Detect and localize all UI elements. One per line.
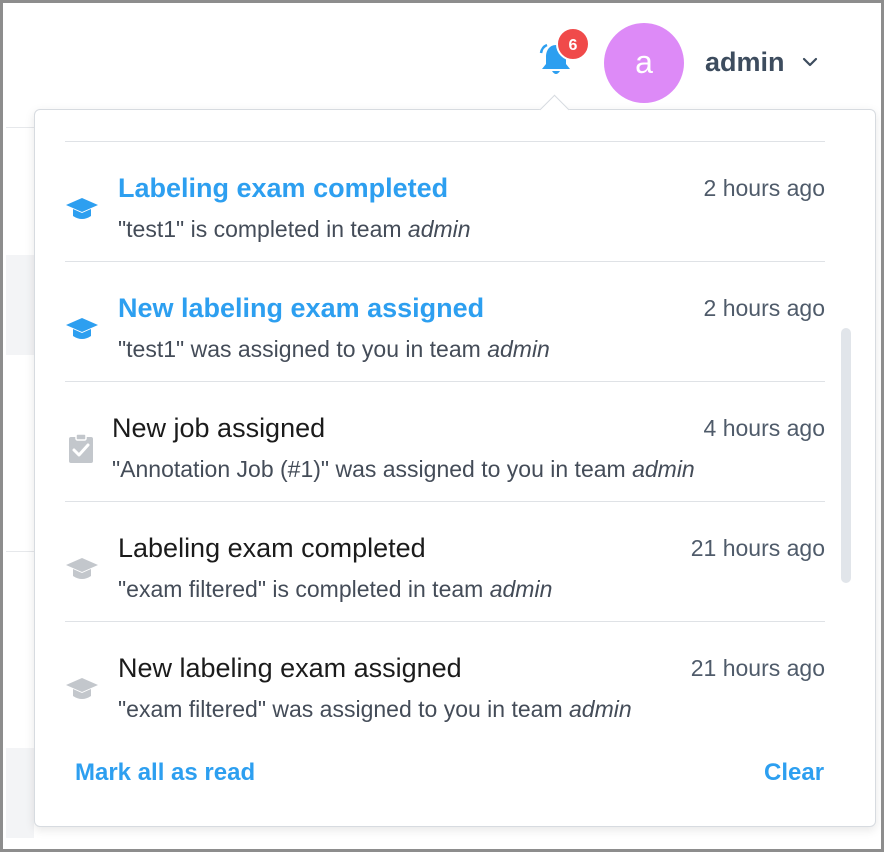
notification-title: New labeling exam assigned (118, 653, 462, 683)
notification-item[interactable]: Labeling exam completed 2 hours ago "tes… (65, 161, 825, 281)
notification-description: "test1" is completed in team admin (118, 216, 471, 243)
list-divider (65, 381, 825, 382)
description-text: "test1" was assigned to you in team (118, 336, 488, 362)
notification-time: 2 hours ago (703, 175, 825, 201)
team-name: admin (489, 576, 553, 602)
notification-title: Labeling exam completed (118, 173, 449, 203)
graduation-cap-icon (66, 558, 98, 579)
list-divider (65, 501, 825, 502)
notification-description: "exam filtered" was assigned to you in t… (118, 696, 632, 723)
graduation-cap-icon (66, 678, 98, 699)
team-name: admin (407, 216, 471, 242)
username-label[interactable]: admin (705, 47, 785, 78)
background-panel (6, 748, 34, 838)
user-avatar[interactable]: a (604, 23, 684, 103)
notification-time: 21 hours ago (690, 535, 825, 561)
notification-count-badge: 6 (556, 27, 590, 61)
team-name: admin (487, 336, 550, 362)
notification-description: "test1" was assigned to you in team admi… (118, 336, 550, 363)
scrollbar-thumb[interactable] (841, 328, 851, 583)
notification-title: Labeling exam completed (118, 533, 426, 563)
list-divider (65, 261, 825, 262)
notification-time: 2 hours ago (703, 295, 825, 321)
mark-all-read-link[interactable]: Mark all as read (75, 759, 255, 787)
chevron-down-icon[interactable] (801, 55, 819, 69)
notification-item[interactable]: New labeling exam assigned 21 hours ago … (65, 641, 825, 761)
app-window: 6 a admin Labeling exam completed 2 hour… (0, 0, 884, 852)
team-name: admin (632, 456, 695, 482)
clipboard-check-icon (69, 433, 93, 463)
description-text: "exam filtered" was assigned to you in t… (118, 696, 569, 722)
list-divider (65, 621, 825, 622)
notification-time: 4 hours ago (703, 415, 825, 441)
graduation-cap-icon (66, 198, 98, 219)
graduation-cap-icon (66, 318, 98, 339)
notification-description: "exam filtered" is completed in team adm… (118, 576, 552, 603)
notification-title: New labeling exam assigned (118, 293, 485, 323)
description-text: "Annotation Job (#1)" was assigned to yo… (112, 456, 633, 482)
notification-title: New job assigned (112, 413, 326, 443)
background-panel (6, 255, 34, 355)
notification-item[interactable]: New job assigned 4 hours ago "Annotation… (65, 401, 825, 521)
list-divider (65, 141, 825, 142)
background-divider (6, 551, 36, 552)
notification-item[interactable]: New labeling exam assigned 2 hours ago "… (65, 281, 825, 401)
notification-description: "Annotation Job (#1)" was assigned to yo… (112, 456, 695, 483)
description-text: "test1" is completed in team (118, 216, 408, 242)
notification-time: 21 hours ago (690, 655, 825, 681)
background-divider (6, 127, 36, 128)
clear-link[interactable]: Clear (764, 759, 824, 787)
description-text: "exam filtered" is completed in team (118, 576, 490, 602)
notification-item[interactable]: Labeling exam completed 21 hours ago "ex… (65, 521, 825, 641)
team-name: admin (569, 696, 632, 722)
